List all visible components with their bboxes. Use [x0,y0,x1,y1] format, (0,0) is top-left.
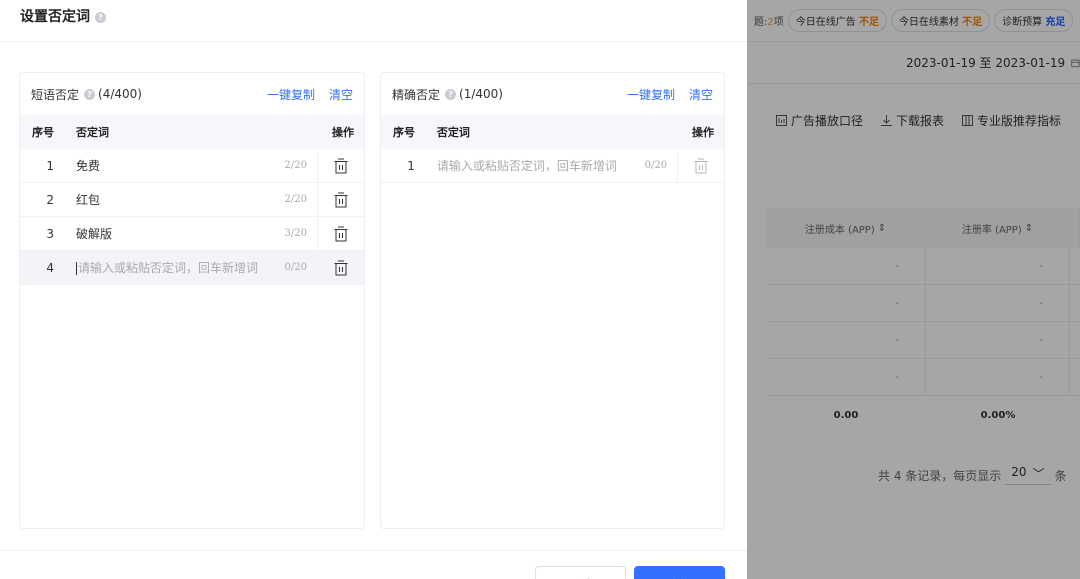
trash-icon[interactable] [334,158,348,174]
word-text: 免费 [76,159,101,173]
drawer-title: 设置否定词 [20,9,90,25]
word-count: (4/400) [98,87,142,101]
clear-link[interactable]: 清空 [329,86,353,103]
table-row: 2 红包 2/20 [20,183,364,217]
char-count: 0/20 [644,160,668,171]
column-header-action: 操作 [332,126,354,139]
word-input-cell[interactable]: 请输入或粘贴否定词，回车新增词 0/20 [425,149,679,182]
confirm-button[interactable]: 确定 [634,566,725,579]
panel-title: 精确否定 [392,87,441,102]
trash-icon[interactable] [334,226,348,242]
row-index: 3 [46,226,54,241]
column-header-index: 序号 [32,126,54,139]
word-cell[interactable]: 免费 2/20 [64,149,318,182]
table-header: 序号 否定词 操作 [381,115,724,149]
row-index: 1 [46,158,54,173]
new-word-input[interactable]: 请输入或粘贴否定词，回车新增词 [437,157,645,174]
word-count: (1/400) [459,87,503,101]
drawer-header: 设置否定词 ? [0,0,747,42]
column-header-word: 否定词 [76,126,109,139]
char-count: 2/20 [284,194,307,205]
question-circle-icon[interactable]: ? [445,88,457,100]
word-text: 红包 [76,193,101,207]
drawer-mask[interactable] [747,0,1080,579]
char-count: 2/20 [284,160,307,171]
cancel-button[interactable]: 取消 [535,566,626,579]
new-word-input[interactable]: 请输入或粘贴否定词，回车新增词 [76,259,285,276]
word-cell[interactable]: 红包 2/20 [64,183,318,216]
panel-title: 短语否定 [31,87,80,102]
table-row-input: 1 请输入或粘贴否定词，回车新增词 0/20 [381,149,724,183]
table-header: 序号 否定词 操作 [20,115,364,149]
word-cell[interactable]: 破解版 3/20 [64,217,318,250]
char-count: 3/20 [284,228,307,239]
panel-header: 短语否定 ? (4/400) 一键复制 清空 [20,73,364,115]
copy-all-link[interactable]: 一键复制 [267,86,315,103]
table-row: 1 免费 2/20 [20,149,364,183]
question-circle-icon[interactable]: ? [95,12,106,23]
row-index: 1 [407,158,415,173]
word-input-cell[interactable]: 请输入或粘贴否定词，回车新增词 0/20 [64,251,318,284]
char-count: 0/20 [284,262,307,273]
column-header-action: 操作 [692,126,714,139]
column-header-index: 序号 [393,126,415,139]
trash-icon[interactable] [334,260,348,276]
row-index: 2 [46,192,54,207]
trash-icon [694,158,708,173]
exact-negative-panel: 精确否定 ? (1/400) 一键复制 清空 序号 否定词 操作 1 请输入或粘… [380,72,725,529]
table-row: 3 破解版 3/20 [20,217,364,251]
text-caret [76,262,77,275]
row-index: 4 [46,260,54,275]
panel-header: 精确否定 ? (1/400) 一键复制 清空 [381,73,724,115]
clear-link[interactable]: 清空 [689,86,713,103]
copy-all-link[interactable]: 一键复制 [627,86,675,103]
word-text: 破解版 [76,227,113,241]
table-row-input: 4 请输入或粘贴否定词，回车新增词 0/20 [20,251,364,285]
column-header-word: 否定词 [436,126,470,139]
negative-words-drawer: 设置否定词 ? 短语否定 ? (4/400) 一键复制 清空 序号 否定词 操作… [0,0,747,579]
trash-icon[interactable] [334,192,348,208]
question-circle-icon[interactable]: ? [84,88,96,100]
phrase-negative-panel: 短语否定 ? (4/400) 一键复制 清空 序号 否定词 操作 1 免费 2/2… [19,72,365,529]
